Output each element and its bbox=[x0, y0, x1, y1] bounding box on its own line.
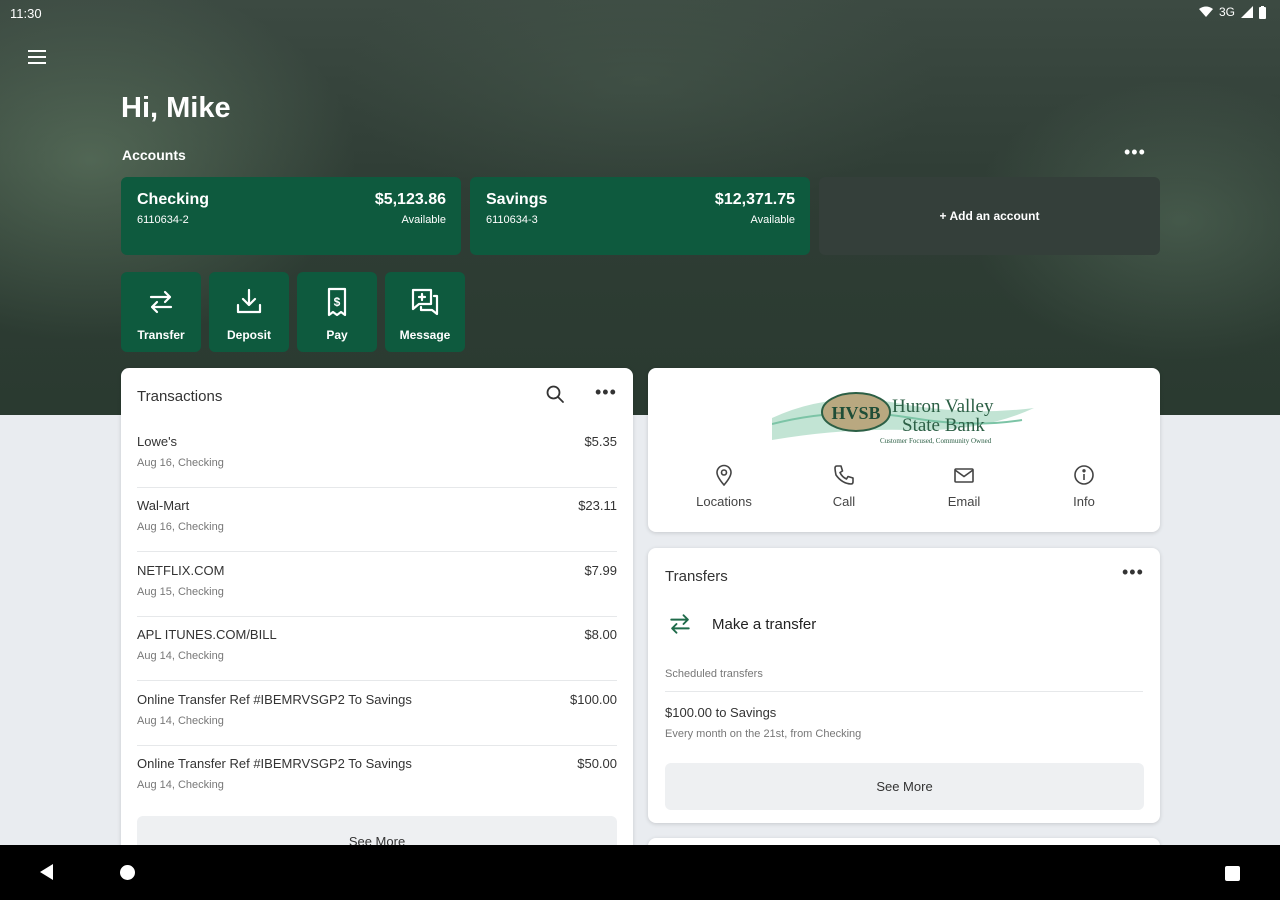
message-button[interactable]: Message bbox=[385, 272, 465, 352]
logo-line2: State Bank bbox=[902, 415, 985, 436]
pay-button[interactable]: $ Pay bbox=[297, 272, 377, 352]
email-label: Email bbox=[947, 494, 981, 509]
transfers-title: Transfers bbox=[665, 568, 728, 585]
deposit-label: Deposit bbox=[226, 328, 271, 342]
balance-label: Available bbox=[401, 214, 446, 226]
transfer-button[interactable]: Transfer bbox=[121, 272, 201, 352]
add-account-button[interactable]: + Add an account bbox=[819, 177, 1160, 255]
accounts-more-icon[interactable]: ••• bbox=[1124, 142, 1146, 163]
account-balance: $12,371.75 bbox=[714, 191, 795, 208]
signal-icon bbox=[1241, 6, 1253, 18]
search-icon[interactable] bbox=[545, 384, 565, 404]
account-card-savings[interactable]: Savings 6110634-3 $12,371.75 Available bbox=[470, 177, 810, 255]
bank-logo: HVSB Huron Valley State Bank Customer Fo… bbox=[772, 392, 1034, 445]
transaction-row[interactable]: Online Transfer Ref #IBEMRVSGP2 To Savin… bbox=[137, 682, 617, 746]
transfers-more-icon[interactable]: ••• bbox=[1122, 562, 1144, 583]
account-card-checking[interactable]: Checking 6110634-2 $5,123.86 Available bbox=[121, 177, 461, 255]
transaction-meta: Aug 14, Checking bbox=[137, 715, 224, 727]
message-icon bbox=[411, 288, 439, 316]
transaction-amount: $100.00 bbox=[570, 692, 617, 707]
scheduled-transfers-label: Scheduled transfers bbox=[665, 668, 763, 680]
make-transfer-label: Make a transfer bbox=[712, 615, 817, 633]
transaction-amount: $5.35 bbox=[584, 434, 617, 449]
status-icons: 3G bbox=[1198, 5, 1266, 19]
account-number: 6110634-3 bbox=[486, 214, 538, 226]
transaction-description: NETFLIX.COM bbox=[137, 563, 225, 578]
call-label: Call bbox=[832, 494, 856, 509]
transaction-row[interactable]: Lowe's Aug 16, Checking $5.35 bbox=[137, 424, 617, 488]
logo-tagline: Customer Focused, Community Owned bbox=[880, 437, 992, 445]
accounts-label: Accounts bbox=[122, 147, 186, 163]
transaction-meta: Aug 14, Checking bbox=[137, 650, 224, 662]
transactions-more-icon[interactable]: ••• bbox=[595, 382, 617, 403]
transaction-description: Lowe's bbox=[137, 434, 178, 449]
transfer-icon bbox=[670, 614, 690, 634]
deposit-button[interactable]: Deposit bbox=[209, 272, 289, 352]
call-button[interactable]: Call bbox=[784, 464, 904, 509]
pay-label: Pay bbox=[326, 328, 348, 342]
divider bbox=[665, 691, 1143, 692]
deposit-icon bbox=[236, 288, 262, 314]
home-icon[interactable] bbox=[120, 865, 135, 880]
make-transfer-button[interactable]: Make a transfer bbox=[666, 610, 816, 638]
transaction-amount: $23.11 bbox=[578, 498, 617, 513]
transaction-description: Online Transfer Ref #IBEMRVSGP2 To Savin… bbox=[137, 692, 412, 707]
status-time: 11:30 bbox=[10, 6, 42, 21]
wifi-icon bbox=[1198, 6, 1213, 17]
transaction-amount: $7.99 bbox=[584, 563, 617, 578]
recent-apps-icon[interactable] bbox=[1225, 866, 1240, 881]
transaction-row[interactable]: Wal-Mart Aug 16, Checking $23.11 bbox=[137, 488, 617, 552]
phone-icon bbox=[834, 465, 854, 485]
info-icon bbox=[1074, 465, 1094, 485]
system-nav-bar bbox=[0, 845, 1280, 900]
pay-icon: $ bbox=[327, 287, 347, 317]
battery-icon bbox=[1259, 5, 1266, 19]
svg-text:$: $ bbox=[334, 295, 341, 309]
transfer-icon bbox=[149, 290, 173, 314]
transactions-title: Transactions bbox=[137, 388, 223, 405]
scheduled-transfer-detail: Every month on the 21st, from Checking bbox=[665, 728, 862, 740]
transactions-card: Transactions ••• Lowe's Aug 16, Checking… bbox=[121, 368, 633, 868]
locations-label: Locations bbox=[696, 494, 752, 509]
locations-button[interactable]: Locations bbox=[664, 464, 784, 509]
location-pin-icon bbox=[716, 464, 732, 486]
account-number: 6110634-2 bbox=[137, 214, 189, 226]
transaction-row[interactable]: APL ITUNES.COM/BILL Aug 14, Checking $8.… bbox=[137, 617, 617, 681]
transaction-description: Online Transfer Ref #IBEMRVSGP2 To Savin… bbox=[137, 756, 412, 771]
transaction-description: APL ITUNES.COM/BILL bbox=[137, 627, 277, 642]
transaction-amount: $8.00 bbox=[584, 627, 617, 642]
back-icon[interactable] bbox=[40, 864, 53, 880]
transaction-meta: Aug 16, Checking bbox=[137, 457, 224, 469]
email-icon bbox=[954, 468, 974, 483]
transaction-description: Wal-Mart bbox=[137, 498, 190, 513]
transaction-meta: Aug 15, Checking bbox=[137, 586, 224, 598]
account-name: Checking bbox=[137, 191, 210, 208]
greeting: Hi, Mike bbox=[121, 92, 231, 124]
transaction-amount: $50.00 bbox=[577, 756, 617, 771]
transaction-meta: Aug 16, Checking bbox=[137, 521, 224, 533]
scheduled-transfer-amount[interactable]: $100.00 to Savings bbox=[665, 705, 776, 720]
transaction-meta: Aug 14, Checking bbox=[137, 779, 224, 791]
account-balance: $5,123.86 bbox=[374, 191, 446, 208]
transfers-card: Transfers ••• Make a transfer Scheduled … bbox=[648, 548, 1160, 823]
info-button[interactable]: Info bbox=[1024, 464, 1144, 509]
transfers-see-more-button[interactable]: See More bbox=[665, 763, 1144, 810]
transfer-label: Transfer bbox=[137, 328, 185, 342]
email-button[interactable]: Email bbox=[904, 464, 1024, 509]
account-name: Savings bbox=[486, 191, 548, 208]
status-bar: 11:30 3G bbox=[0, 0, 1280, 26]
menu-icon[interactable] bbox=[22, 44, 52, 70]
network-type: 3G bbox=[1218, 5, 1235, 19]
logo-abbr: HVSB bbox=[831, 403, 880, 423]
transaction-row[interactable]: Online Transfer Ref #IBEMRVSGP2 To Savin… bbox=[137, 746, 617, 810]
message-label: Message bbox=[399, 328, 451, 342]
balance-label: Available bbox=[750, 214, 795, 226]
logo-line1: Huron Valley bbox=[892, 396, 994, 417]
transaction-row[interactable]: NETFLIX.COM Aug 15, Checking $7.99 bbox=[137, 553, 617, 617]
bank-info-card: HVSB Huron Valley State Bank Customer Fo… bbox=[648, 368, 1160, 532]
info-label: Info bbox=[1073, 494, 1095, 509]
